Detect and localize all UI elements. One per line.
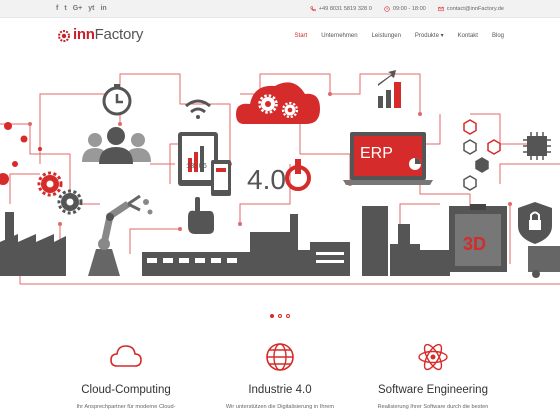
nav-produkte[interactable]: Produkte ▾ xyxy=(415,31,444,41)
logo-brand-inn: inn xyxy=(73,26,95,43)
feature-industrie-40[interactable]: Industrie 4.0 Wir unterstützen die Digit… xyxy=(205,340,355,410)
security-lock-icon xyxy=(518,202,552,244)
stopwatch-icon xyxy=(102,84,132,116)
phone-device-icon xyxy=(211,160,231,196)
main-nav: Start Unternehmen Leistungen Produkte ▾ … xyxy=(295,31,504,41)
logo-brand-factory: Factory xyxy=(94,26,144,43)
feature-title: Software Engineering xyxy=(378,384,488,396)
feature-software-engineering[interactable]: Software Engineering Realisierung Ihrer … xyxy=(358,340,508,410)
nav-produkte-label: Produkte xyxy=(414,33,439,39)
microchip-icon xyxy=(523,132,551,160)
features-section: Cloud-Computing Ihr Ansprechpartner für … xyxy=(0,340,560,420)
print-label: 3D xyxy=(463,234,486,254)
slider-dots xyxy=(0,314,560,318)
erp-label: ERP xyxy=(360,145,393,162)
clock-icon xyxy=(384,6,390,12)
email-item[interactable]: contact@innFactory.de xyxy=(438,4,504,14)
feature-text: Realisierung Ihrer Software durch die be… xyxy=(377,404,489,410)
slider-dot-1[interactable] xyxy=(270,314,274,318)
people-group-icon xyxy=(82,127,151,164)
feature-title: Industrie 4.0 xyxy=(248,384,312,396)
feature-cloud-computing[interactable]: Cloud-Computing Ihr Ansprechpartner für … xyxy=(51,340,201,410)
industry-label: 4.0 xyxy=(247,164,286,195)
cloud-gears-icon xyxy=(236,82,320,124)
top-bar: f t G+ yt in +49 8031 5819 328 0 09:00 -… xyxy=(0,0,560,18)
truck-icon xyxy=(528,246,560,278)
mail-icon xyxy=(438,6,444,12)
phone-item[interactable]: +49 8031 5819 328 0 xyxy=(310,4,372,14)
nav-kontakt[interactable]: Kontakt xyxy=(458,31,478,41)
phone-icon xyxy=(310,6,316,12)
nav-start[interactable]: Start xyxy=(295,31,308,41)
atom-icon xyxy=(418,343,448,371)
nav-leistungen[interactable]: Leistungen xyxy=(372,31,401,41)
slider-dot-2[interactable] xyxy=(278,314,282,318)
google-plus-icon[interactable]: G+ xyxy=(73,4,83,14)
industry-40-icon: 4.0 xyxy=(247,159,311,195)
youtube-icon[interactable]: yt xyxy=(88,4,94,14)
growth-chart-icon xyxy=(378,70,401,108)
hours-item: 09:00 - 18:00 xyxy=(384,4,426,14)
hexagon-network-icon xyxy=(463,119,501,191)
linkedin-icon[interactable]: in xyxy=(100,4,106,14)
feature-title: Cloud-Computing xyxy=(81,384,171,396)
logo-gear-icon xyxy=(58,29,70,42)
opening-hours: 09:00 - 18:00 xyxy=(392,6,426,12)
hand-pointer-icon xyxy=(188,197,214,234)
factory-icon xyxy=(0,212,66,276)
facebook-icon[interactable]: f xyxy=(56,4,58,14)
feature-text: Ihr Ansprechpartner für moderne Cloud- xyxy=(76,404,176,410)
logo[interactable]: inn Factory xyxy=(56,26,143,43)
hero-illustration: 13:06 4.0 ERP 3D xyxy=(0,70,560,285)
site-header: inn Factory Start Unternehmen Leistungen… xyxy=(0,18,560,54)
slider-dot-3[interactable] xyxy=(286,314,290,318)
contact-info: +49 8031 5819 328 0 09:00 - 18:00 contac… xyxy=(310,4,504,14)
nav-blog[interactable]: Blog xyxy=(492,31,504,41)
tablet-time: 13:06 xyxy=(186,163,207,171)
phone-number: +49 8031 5819 328 0 xyxy=(318,6,372,12)
gear-red-icon xyxy=(37,171,63,197)
hero-slider[interactable]: 13:06 4.0 ERP 3D xyxy=(0,54,560,308)
cloud-icon xyxy=(110,345,142,367)
social-links: f t G+ yt in xyxy=(56,4,107,14)
gear-dark-icon xyxy=(57,189,83,215)
nav-unternehmen[interactable]: Unternehmen xyxy=(321,31,357,41)
email-address: contact@innFactory.de xyxy=(446,6,504,12)
twitter-icon[interactable]: t xyxy=(64,4,66,14)
globe-icon xyxy=(266,343,294,371)
feature-text: Wir unterstützen die Digitalisierung in … xyxy=(225,404,335,410)
